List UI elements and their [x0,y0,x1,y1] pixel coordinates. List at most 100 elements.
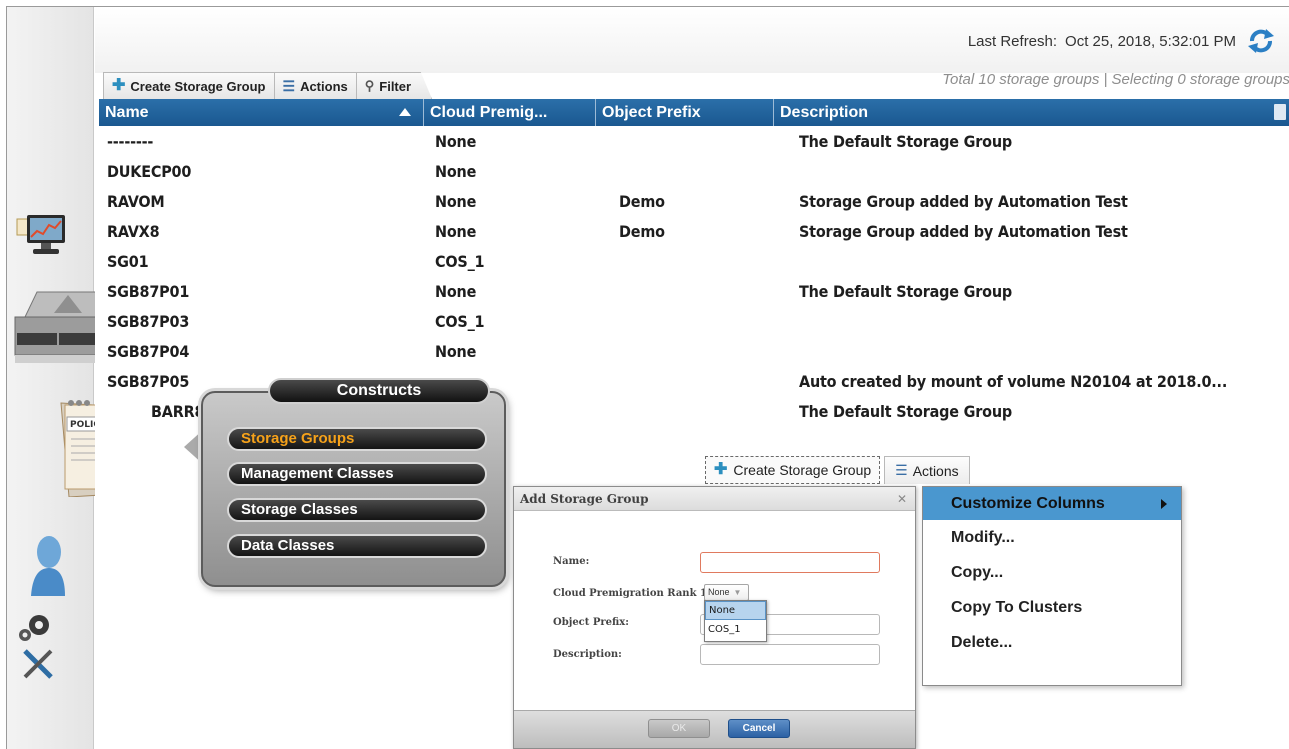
actions-label: Actions [912,462,959,479]
cloud-premigration-select[interactable]: None ▼ [704,584,749,601]
cell-description: The Default Storage Group [799,281,1012,301]
chevron-down-icon: ▼ [733,588,742,597]
column-menu-icon[interactable] [1274,104,1286,120]
menu-item-modify[interactable]: Modify... [923,520,1181,555]
option-cos-1[interactable]: COS_1 [705,620,766,639]
list-icon: ☰ [282,77,296,94]
left-navigation: POLICIES [7,7,134,749]
plus-icon: ✚ [112,77,126,94]
cell-description: The Default Storage Group [799,131,1012,151]
cell-prefix: Demo [619,191,665,211]
constructs-title: Constructs [268,378,490,404]
sort-ascending-icon [399,108,411,116]
selection-status: Total 10 storage groups | Selecting 0 st… [942,71,1289,88]
cloud-premigration-options: None COS_1 [704,600,767,642]
plus-icon: ✚ [714,461,728,478]
table-row[interactable]: SGB87P01 None The Default Storage Group [99,276,1289,306]
column-header-cloud-premigration[interactable]: Cloud Premig... [424,99,596,126]
menu-item-copy[interactable]: Copy... [923,555,1181,590]
user-icon[interactable] [27,532,67,607]
cell-cloud: COS_1 [435,251,485,271]
gears-icon[interactable] [17,611,53,648]
menu-item-customize-columns[interactable]: Customize Columns [923,487,1181,520]
actions-menu: Customize Columns Modify... Copy... Copy… [922,486,1182,686]
last-refresh-value: Oct 25, 2018, 5:32:01 PM [1065,33,1236,50]
actions-button[interactable]: ☰ Actions [884,456,970,484]
constructs-item-storage-classes[interactable]: Storage Classes [227,498,487,522]
table-row[interactable]: RAVOM None Demo Storage Group added by Auto… [99,186,1289,216]
create-storage-group-label: Create Storage Group [130,78,266,94]
column-header-label: Description [780,103,869,121]
close-icon[interactable]: ✕ [897,492,907,506]
refresh-icon[interactable] [1246,27,1276,55]
cancel-button[interactable]: Cancel [728,719,790,738]
menu-item-delete[interactable]: Delete... [923,625,1181,660]
cell-name: SGB87P03 [107,311,190,331]
column-header-label: Name [105,103,149,121]
cell-description: Storage Group added by Automation Test [799,191,1128,211]
cell-description: The Default Storage Group [799,401,1012,421]
monitor-chart-icon[interactable] [13,213,69,266]
column-header-description[interactable]: Description [774,99,1289,126]
object-prefix-label: Object Prefix: [553,617,629,628]
option-none[interactable]: None [705,601,766,620]
list-icon: ☰ [895,462,908,478]
cell-name: RAVX8 [107,221,160,241]
table-header: Name Cloud Premig... Object Prefix Descr… [99,99,1289,126]
column-header-object-prefix[interactable]: Object Prefix [596,99,774,126]
cell-name: DUKECP00 [107,161,192,181]
cell-cloud: None [435,191,477,211]
constructs-item-management-classes[interactable]: Management Classes [227,462,487,486]
table-row[interactable]: SGB87P04 None [99,336,1289,366]
cloud-premigration-label: Cloud Premigration Rank 1: [553,588,711,599]
cell-cloud: None [435,221,477,241]
cell-name: -------- [107,131,154,151]
table-row[interactable]: DUKECP00 None [99,156,1289,186]
description-input[interactable] [700,644,880,665]
create-storage-group-button[interactable]: ✚ Create Storage Group [705,456,881,484]
cell-description: Auto created by mount of volume N20104 a… [799,371,1228,391]
search-icon: ⚲ [364,78,375,93]
constructs-item-data-classes[interactable]: Data Classes [227,534,487,558]
last-refresh: Last Refresh: Oct 25, 2018, 5:32:01 PM [968,33,1236,50]
table-row[interactable]: -------- None The Default Storage Group [99,126,1289,156]
cell-description: Storage Group added by Automation Test [799,221,1128,241]
dialog-title: Add Storage Group [520,491,649,506]
cell-name: SGB87P04 [107,341,190,361]
constructs-item-storage-groups[interactable]: Storage Groups [227,427,487,451]
actions-label: Actions [300,78,348,94]
column-header-label: Object Prefix [602,103,701,121]
table-row[interactable]: RAVX8 None Demo Storage Group added by Auto… [99,216,1289,246]
cell-cloud: None [435,131,477,151]
cell-cloud: None [435,161,477,181]
filter-label: Filter [379,78,412,94]
add-storage-group-dialog: Add Storage Group ✕ Name: Cloud Premigra… [513,486,916,749]
table-row[interactable]: SGB87P03 COS_1 [99,306,1289,336]
menu-item-label: Customize Columns [951,494,1105,512]
cell-name: SGB87P01 [107,281,190,301]
table-toolbar: ✚ Create Storage Group ☰ Actions ⚲ Filte… [103,72,433,99]
cell-cloud: None [435,341,477,361]
table-row[interactable]: SG01 COS_1 [99,246,1289,276]
menu-item-copy-to-clusters[interactable]: Copy To Clusters [923,590,1181,625]
submenu-arrow-icon [1161,498,1167,509]
filter-button[interactable]: ⚲ Filter [356,72,433,99]
column-header-label: Cloud Premig... [430,103,548,121]
create-storage-group-button[interactable]: ✚ Create Storage Group [103,72,275,99]
tools-icon[interactable] [21,647,57,686]
cell-name: RAVOM [107,191,165,211]
header-band: Last Refresh: Oct 25, 2018, 5:32:01 PM [95,7,1289,73]
ok-button[interactable]: OK [648,719,710,738]
cell-cloud: COS_1 [435,311,485,331]
create-storage-group-label: Create Storage Group [733,462,872,478]
cell-name: SG01 [107,251,149,271]
description-label: Description: [553,649,622,660]
column-header-name[interactable]: Name [99,99,424,126]
name-input[interactable] [700,552,880,573]
cell-cloud: None [435,281,477,301]
cell-prefix: Demo [619,221,665,241]
actions-button[interactable]: ☰ Actions [274,72,357,99]
overlay-toolbar: ✚ Create Storage Group ☰ Actions [705,456,970,484]
dialog-titlebar: Add Storage Group ✕ [514,487,915,511]
name-label: Name: [553,556,590,567]
